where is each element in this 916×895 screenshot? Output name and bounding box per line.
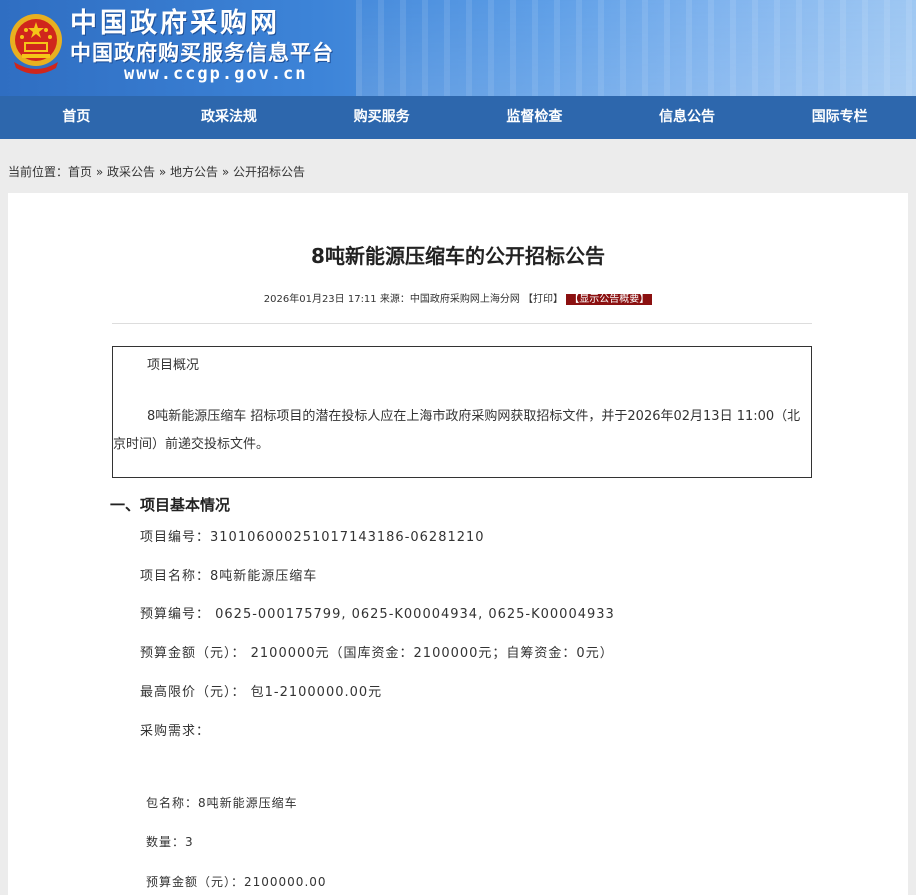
- breadcrumb-sep: »: [218, 165, 234, 179]
- nav-item-purchase-services[interactable]: 购买服务: [305, 96, 458, 139]
- breadcrumb-gov-announcements[interactable]: 政采公告: [107, 165, 155, 179]
- section-heading-basic-info: 一、项目基本情况: [110, 496, 231, 514]
- field-budget-number: 预算编号： 0625-000175799, 0625-K00004934, 06…: [140, 607, 615, 622]
- nav-item-supervision[interactable]: 监督检查: [458, 96, 611, 139]
- header-banner: 中国政府采购网 中国政府购买服务信息平台 www.ccgp.gov.cn: [0, 0, 916, 96]
- content-panel: 8吨新能源压缩车的公开招标公告 2026年01月23日 17:11 来源：中国政…: [8, 193, 908, 895]
- summary-text: 8吨新能源压缩车 招标项目的潜在投标人应在上海市政府采购网获取招标文件，并于20…: [113, 409, 801, 452]
- field-project-name: 项目名称：8吨新能源压缩车: [140, 569, 318, 584]
- package-name: 包名称：8吨新能源压缩车: [146, 796, 298, 810]
- field-project-number: 项目编号：310106000251017143186-06281210: [140, 530, 485, 545]
- skyline-decoration: [356, 0, 916, 96]
- site-url[interactable]: www.ccgp.gov.cn: [124, 64, 308, 84]
- nav-item-regulations[interactable]: 政采法规: [153, 96, 306, 139]
- page-title: 8吨新能源压缩车的公开招标公告: [311, 244, 605, 268]
- nav-item-home[interactable]: 首页: [0, 96, 153, 139]
- site-name: 中国政府采购网: [70, 8, 280, 39]
- site-subname: 中国政府购买服务信息平台: [70, 41, 334, 65]
- breadcrumb-home[interactable]: 首页: [68, 165, 92, 179]
- breadcrumb-sep: »: [92, 165, 108, 179]
- national-emblem-icon: [10, 14, 62, 74]
- field-budget-amount: 预算金额（元）： 2100000元（国库资金：2100000元；自筹资金：0元）: [140, 646, 614, 661]
- breadcrumb: 当前位置：首页 » 政采公告 » 地方公告 » 公开招标公告: [8, 163, 305, 181]
- show-summary-button[interactable]: 【显示公告概要】: [566, 294, 653, 305]
- breadcrumb-label: 当前位置：: [8, 165, 69, 179]
- package-quantity: 数量：3: [146, 835, 194, 849]
- field-max-price: 最高限价（元）： 包1-2100000.00元: [140, 685, 383, 700]
- nav-item-international[interactable]: 国际专栏: [763, 96, 916, 139]
- main-nav: 首页 政采法规 购买服务 监督检查 信息公告 国际专栏: [0, 96, 916, 139]
- summary-title: 项目概况: [147, 358, 200, 373]
- breadcrumb-sep: »: [155, 165, 171, 179]
- print-link[interactable]: 【打印】: [523, 294, 563, 305]
- breadcrumb-local-announcements[interactable]: 地方公告: [170, 165, 218, 179]
- source-label: 来源：: [379, 294, 410, 305]
- source-name: 中国政府采购网上海分网: [409, 294, 520, 305]
- package-budget: 预算金额（元）：2100000.00: [146, 875, 327, 889]
- publish-datetime: 2026年01月23日 17:11: [263, 294, 377, 305]
- breadcrumb-open-tender[interactable]: 公开招标公告: [233, 165, 305, 179]
- field-procurement-needs: 采购需求：: [140, 724, 211, 739]
- nav-item-announcements[interactable]: 信息公告: [611, 96, 764, 139]
- project-summary-box: 项目概况 8吨新能源压缩车 招标项目的潜在投标人应在上海市政府采购网获取招标文件…: [112, 346, 812, 478]
- article-meta: 2026年01月23日 17:11 来源：中国政府采购网上海分网 【打印】 【显…: [8, 293, 908, 307]
- divider: [112, 323, 812, 324]
